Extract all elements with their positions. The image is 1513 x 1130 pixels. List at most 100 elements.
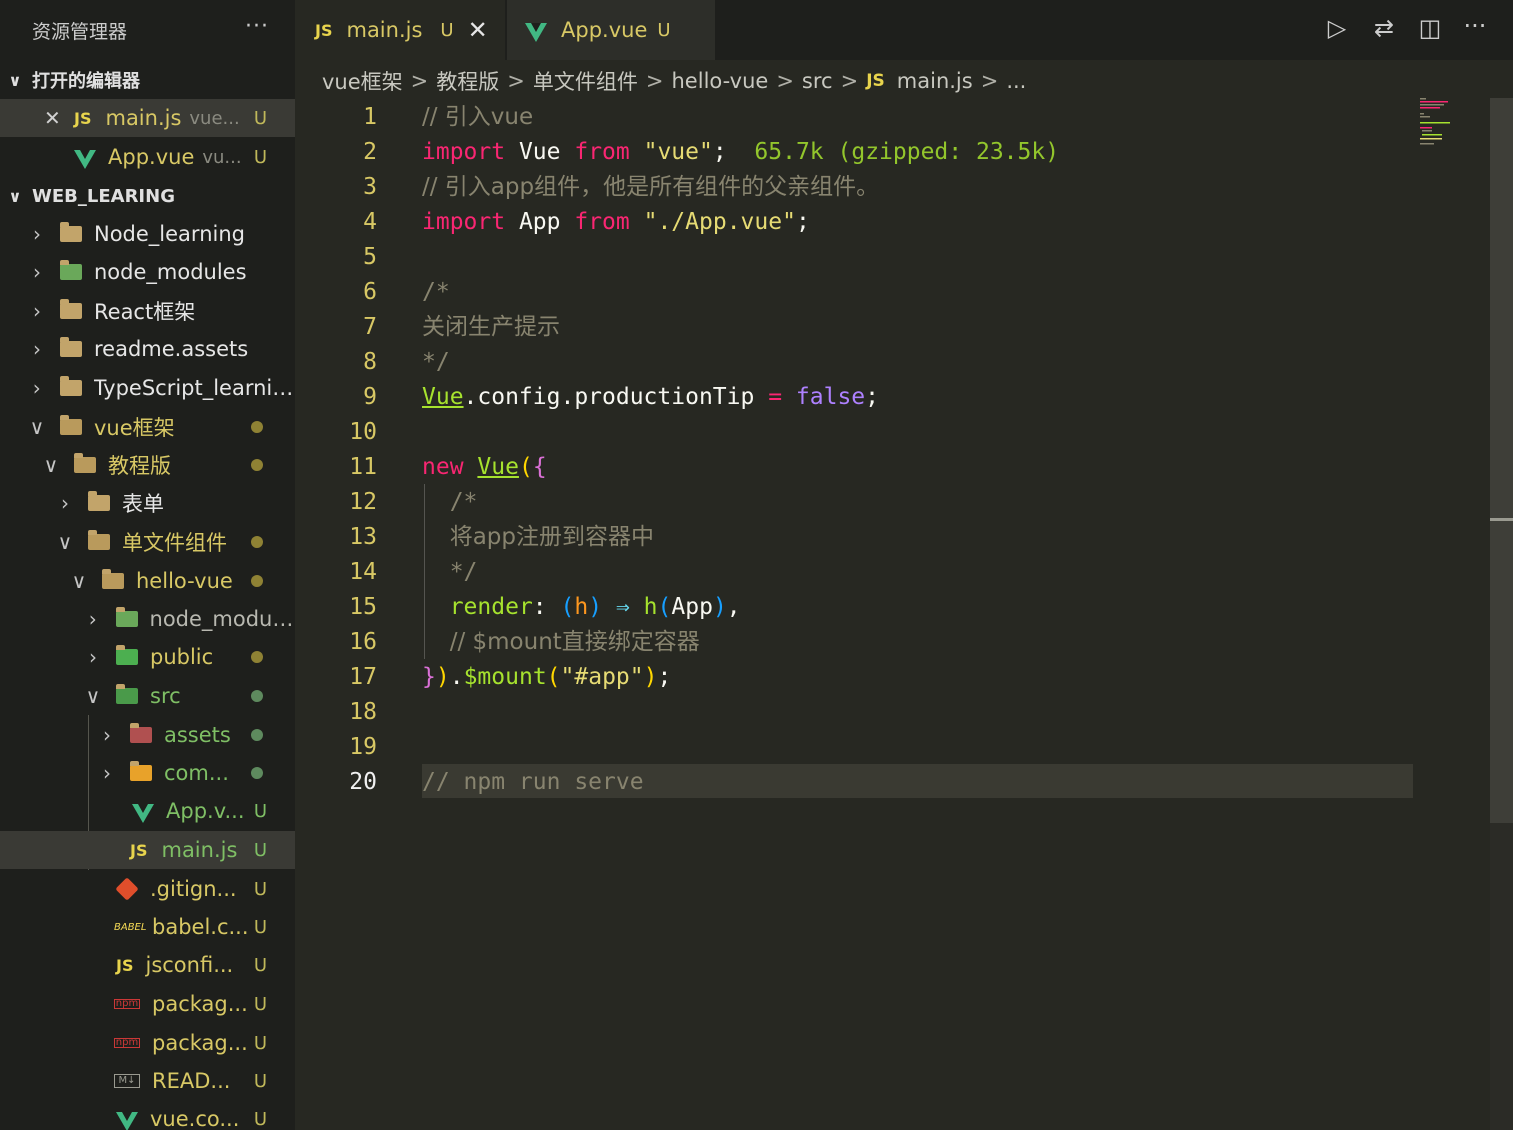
tree-item-vue-config[interactable]: vue.co... U [0, 1100, 295, 1130]
explorer-title: 资源管理器 [32, 20, 128, 43]
close-icon[interactable]: ✕ [468, 16, 488, 44]
chevron-right-icon: › [88, 607, 97, 631]
tab-label: App.vue [561, 18, 648, 42]
identifier-token: Vue [422, 384, 464, 410]
code-line-20: // npm run serve [422, 765, 644, 800]
breadcrumb-item[interactable]: 教程版 [436, 66, 499, 96]
tree-item-package-lock[interactable]: npm packag... U [0, 1024, 295, 1062]
punctuation-token: . [449, 664, 464, 690]
tree-item-package-json[interactable]: npm packag... U [0, 985, 295, 1023]
tree-item-assets[interactable]: › assets [0, 716, 295, 754]
open-editor-path: vu... [202, 146, 242, 168]
workspace-header[interactable]: ∨ WEB_LEARING [0, 176, 295, 216]
tree-item-src[interactable]: ∨ src [0, 677, 295, 715]
code-line-3: // 引入app组件，他是所有组件的父亲组件。 [422, 170, 879, 205]
code-line-15: render: (h) ⇒ h(App), [422, 590, 741, 625]
tree-item-public[interactable]: › public [0, 638, 295, 676]
comment-token: /* [422, 279, 450, 305]
more-actions-icon[interactable]: ··· [1460, 12, 1490, 42]
breadcrumb-item[interactable]: ... [1006, 69, 1026, 93]
run-icon[interactable]: ▷ [1322, 14, 1352, 44]
tree-item-jsconfig[interactable]: JS jsconfi... U [0, 946, 295, 984]
function-call-token: h [643, 594, 658, 620]
arrow-token: ⇒ [615, 594, 630, 620]
breadcrumb-item[interactable]: vue框架 [322, 66, 403, 96]
comment-token: /* [449, 489, 478, 515]
tree-item-vue-framework[interactable]: ∨ vue框架 [0, 408, 295, 446]
tree-item-babel-config[interactable]: BABEL babel.c... U [0, 908, 295, 946]
code-line-8: */ [422, 345, 450, 380]
js-file-icon: JS [74, 108, 92, 128]
tree-item-hello-vue[interactable]: ∨ hello-vue [0, 562, 295, 600]
line-number: 12 [349, 489, 377, 515]
tree-item-node-modules-inner[interactable]: › node_modul... [0, 600, 295, 638]
minimap[interactable] [1418, 96, 1490, 146]
comment-token: // 引入app组件，他是所有组件的父亲组件。 [422, 174, 880, 200]
bracket-token: ( [546, 664, 561, 690]
modified-dot [251, 459, 263, 471]
modified-dot [251, 729, 263, 741]
open-editor-main-js[interactable]: ✕ JS main.js vue... U [0, 99, 295, 137]
folder-icon [60, 337, 84, 360]
breadcrumb-item[interactable]: hello-vue [672, 69, 769, 93]
tree-item-node-learning[interactable]: › Node_learning [0, 215, 295, 253]
breadcrumb: vue框架 > 教程版 > 单文件组件 > hello-vue > src > … [322, 62, 1026, 100]
import-cost-hint: 65.7k (gzipped: 23.5k) [754, 139, 1060, 165]
more-actions-icon[interactable]: ··· [245, 14, 269, 39]
tree-item-app-vue[interactable]: App.v... U [0, 792, 295, 830]
split-editor-icon[interactable]: ◫ [1415, 14, 1445, 44]
tree-item-typescript[interactable]: › TypeScript_learning [0, 369, 295, 407]
open-editor-app-vue[interactable]: App.vue vu... U [0, 138, 295, 176]
chevron-right-icon: › [33, 260, 41, 284]
folder-icon [88, 491, 112, 514]
chevron-right-icon: › [103, 723, 111, 747]
status-badge: U [253, 878, 267, 900]
chevron-right-icon: › [33, 222, 41, 246]
tree-item-label: hello-vue [136, 569, 233, 593]
tab-main-js[interactable]: JS main.js U ✕ [295, 0, 505, 60]
breadcrumb-item[interactable]: main.js [897, 69, 973, 93]
close-icon[interactable]: ✕ [44, 106, 64, 130]
tab-app-vue[interactable]: App.vue U [507, 0, 715, 60]
vertical-scrollbar[interactable] [1490, 98, 1513, 1130]
chevron-right-icon: › [32, 376, 41, 400]
tree-item-main-js[interactable]: JS main.js U [0, 831, 295, 869]
vue-file-icon [525, 22, 547, 42]
chevron-down-icon: ∨ [57, 530, 73, 554]
status-badge: U [253, 954, 267, 976]
tree-item-label: App.v... [166, 799, 245, 823]
bracket-token: ) [435, 664, 450, 690]
open-editors-label: 打开的编辑器 [32, 71, 140, 92]
string-token: "./App.vue" [643, 209, 796, 235]
tree-item-react[interactable]: › React框架 [0, 292, 295, 330]
tree-item-readme-assets[interactable]: › readme.assets [0, 330, 295, 368]
chevron-down-icon: ∨ [85, 684, 101, 708]
explorer-title-bar: 资源管理器 ··· [0, 0, 295, 60]
tab-label: main.js [346, 18, 423, 42]
punctuation-token: ; [657, 664, 672, 690]
code-editor[interactable]: 1 2 3 4 5 6 7 8 9 10 11 12 13 14 15 16 1… [295, 100, 1490, 1130]
tree-item-node-modules[interactable]: › node_modules [0, 253, 295, 291]
open-editors-header[interactable]: ∨ 打开的编辑器 [0, 60, 295, 100]
property-token: render [449, 594, 533, 620]
scrollbar-thumb[interactable] [1490, 98, 1513, 823]
js-file-icon: JS [315, 20, 333, 40]
chevron-right-icon: › [89, 645, 97, 669]
folder-open-icon [102, 569, 126, 592]
compare-changes-icon[interactable]: ⇄ [1369, 14, 1399, 44]
breadcrumb-item[interactable]: src [802, 69, 833, 93]
keyword-token: import [422, 139, 506, 165]
tree-item-readme[interactable]: M↓ READ... U [0, 1062, 295, 1100]
line-number: 7 [363, 314, 377, 340]
tree-item-tutorial[interactable]: ∨ 教程版 [0, 446, 295, 484]
code-line-4: import App from "./App.vue"; [422, 205, 810, 240]
bracket-token: { [532, 454, 547, 480]
tree-item-form[interactable]: › 表单 [0, 484, 295, 522]
breadcrumb-item[interactable]: 单文件组件 [533, 66, 638, 96]
code-line-2: import Vue from "vue"; 65.7k (gzipped: 2… [422, 135, 1059, 170]
tree-item-components[interactable]: › com... [0, 754, 295, 792]
line-number: 19 [349, 734, 377, 760]
tree-item-sfc[interactable]: ∨ 单文件组件 [0, 523, 295, 561]
tree-item-label: vue框架 [94, 416, 175, 440]
tree-item-gitignore[interactable]: .gitign... U [0, 870, 295, 908]
